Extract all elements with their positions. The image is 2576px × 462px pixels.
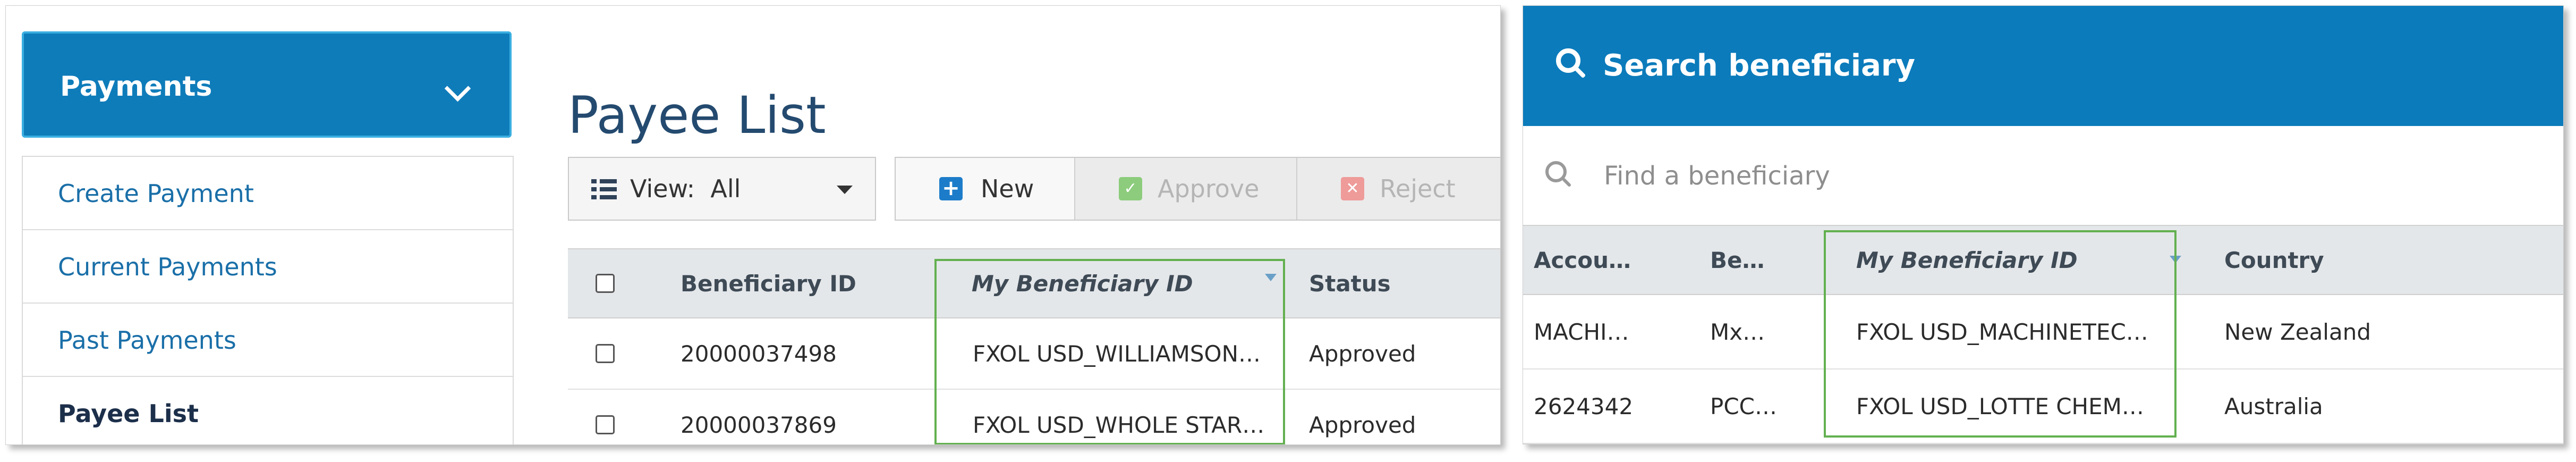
view-filter-dropdown[interactable]: View: All bbox=[568, 157, 876, 221]
list-icon bbox=[591, 179, 617, 199]
approve-button[interactable]: ✓ Approve bbox=[1075, 158, 1297, 220]
find-beneficiary-row bbox=[1523, 126, 2563, 226]
chevron-down-icon[interactable] bbox=[444, 75, 471, 102]
column-header-my-beneficiary-id[interactable]: My Beneficiary ID bbox=[972, 249, 1193, 318]
sort-desc-icon[interactable] bbox=[1265, 274, 1277, 281]
column-header-beneficiary[interactable]: Be… bbox=[1710, 226, 1765, 295]
plus-icon: + bbox=[939, 177, 963, 200]
close-icon: ✕ bbox=[1341, 177, 1364, 200]
payments-menu-header[interactable]: Payments bbox=[22, 31, 512, 138]
country-cell: Australia bbox=[2224, 393, 2323, 419]
table-row[interactable]: 2624342 PCC… FXOL USD_LOTTE CHEM… Austra… bbox=[1523, 369, 2563, 444]
payments-menu-title: Payments bbox=[60, 71, 212, 103]
beneficiary-id-cell: 20000037869 bbox=[681, 412, 837, 438]
status-cell: Approved bbox=[1309, 341, 1416, 367]
my-beneficiary-id-cell: FXOL USD_WILLIAMSON… bbox=[973, 341, 1261, 367]
view-filter-label: View: All bbox=[630, 158, 741, 220]
column-header-my-beneficiary-id[interactable]: My Beneficiary ID bbox=[1856, 226, 2078, 295]
search-beneficiary-title: Search beneficiary bbox=[1603, 48, 1915, 83]
nav-item-label: Current Payments bbox=[58, 253, 277, 281]
table-row[interactable]: 20000037869 FXOL USD_WHOLE STAR… Approve… bbox=[568, 390, 1500, 444]
account-cell: 2624342 bbox=[1534, 393, 1634, 419]
payments-nav: Create Payment Current Payments Past Pay… bbox=[22, 156, 514, 444]
nav-item-label: Create Payment bbox=[58, 179, 254, 208]
column-header-account[interactable]: Accou… bbox=[1534, 226, 1631, 295]
find-beneficiary-input[interactable] bbox=[1603, 126, 2508, 226]
select-all-checkbox[interactable] bbox=[596, 274, 615, 293]
my-beneficiary-id-cell: FXOL USD_WHOLE STAR… bbox=[973, 412, 1265, 438]
column-header-beneficiary-id[interactable]: Beneficiary ID bbox=[681, 249, 856, 318]
view-label: View: bbox=[630, 174, 695, 203]
payee-table: Beneficiary ID My Beneficiary ID Status … bbox=[568, 248, 1500, 444]
account-cell: MACHI… bbox=[1534, 319, 1629, 345]
row-checkbox[interactable] bbox=[596, 344, 615, 363]
my-beneficiary-id-cell: FXOL USD_MACHINETEC… bbox=[1856, 319, 2148, 345]
new-button-label: New bbox=[981, 174, 1034, 203]
nav-item-label: Payee List bbox=[58, 399, 199, 428]
nav-item-payee-list[interactable]: Payee List bbox=[23, 377, 513, 444]
new-button[interactable]: + New bbox=[896, 158, 1075, 220]
beneficiary-id-cell: 20000037498 bbox=[681, 341, 837, 367]
column-header-status[interactable]: Status bbox=[1309, 249, 1391, 318]
table-row[interactable]: 20000037498 FXOL USD_WILLIAMSON… Approve… bbox=[568, 318, 1500, 390]
beneficiary-cell: PCC… bbox=[1710, 393, 1777, 419]
reject-button[interactable]: ✕ Reject bbox=[1297, 158, 1500, 220]
page-title: Payee List bbox=[568, 86, 826, 145]
nav-item-create-payment[interactable]: Create Payment bbox=[23, 157, 513, 230]
search-icon bbox=[1545, 161, 1567, 182]
table-header: Beneficiary ID My Beneficiary ID Status bbox=[568, 248, 1500, 318]
action-button-group: + New ✓ Approve ✕ Reject bbox=[895, 157, 1500, 221]
row-checkbox[interactable] bbox=[596, 415, 615, 434]
table-row[interactable]: MACHI… Mx… FXOL USD_MACHINETEC… New Zeal… bbox=[1523, 295, 2563, 369]
search-beneficiary-header: Search beneficiary bbox=[1523, 6, 2563, 126]
nav-item-current-payments[interactable]: Current Payments bbox=[23, 230, 513, 304]
column-header-country[interactable]: Country bbox=[2224, 226, 2324, 295]
beneficiary-cell: Mx… bbox=[1710, 319, 1765, 345]
payee-list-window: Payments Create Payment Current Payments… bbox=[5, 5, 1501, 445]
reject-button-label: Reject bbox=[1380, 174, 1456, 203]
my-beneficiary-id-cell: FXOL USD_LOTTE CHEM… bbox=[1856, 393, 2144, 419]
nav-item-label: Past Payments bbox=[58, 326, 236, 355]
nav-item-past-payments[interactable]: Past Payments bbox=[23, 304, 513, 377]
status-cell: Approved bbox=[1309, 412, 1416, 438]
search-icon bbox=[1556, 48, 1580, 73]
caret-down-icon bbox=[837, 186, 853, 194]
check-icon: ✓ bbox=[1119, 177, 1142, 200]
sort-desc-icon[interactable] bbox=[2170, 256, 2181, 263]
country-cell: New Zealand bbox=[2224, 319, 2371, 345]
approve-button-label: Approve bbox=[1158, 174, 1260, 203]
table-header: Accou… Be… My Beneficiary ID Country bbox=[1523, 225, 2563, 295]
beneficiary-table: Accou… Be… My Beneficiary ID Country MAC… bbox=[1523, 225, 2563, 444]
search-beneficiary-window: Search beneficiary Accou… Be… My Benefic… bbox=[1523, 5, 2564, 444]
view-value: All bbox=[710, 174, 741, 203]
